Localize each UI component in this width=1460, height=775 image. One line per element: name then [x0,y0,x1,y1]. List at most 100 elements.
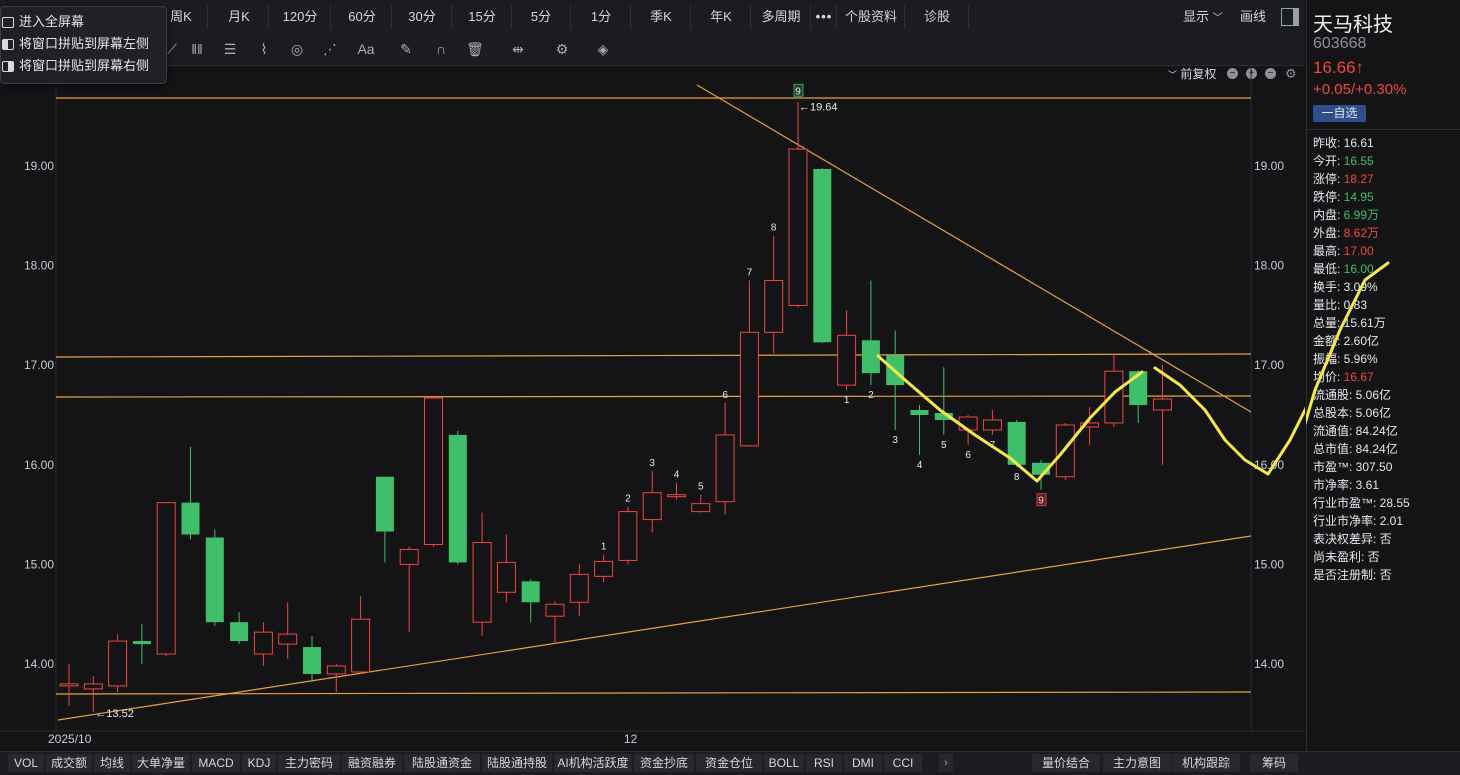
stat-key: 最低: [1313,262,1341,276]
layers-icon[interactable]: ◈ [591,38,615,60]
period-tab-3[interactable]: 60分 [333,5,392,29]
stat-value: 0.83 [1340,298,1368,312]
split-view-icon[interactable]: ⇹ [506,38,530,60]
stat-key: 内盘: [1313,208,1341,222]
parallel-lines-icon[interactable]: ‖‖ [185,38,209,60]
indicator-tab-10[interactable]: AI机构活跃度 [554,754,632,772]
analysis-tab-3[interactable]: 筹码 [1250,754,1298,772]
indicator-tab-8[interactable]: 陆股通资金 [404,754,480,772]
analysis-tab-2[interactable]: 机构跟踪 [1172,754,1240,772]
stat-row: 换手: 3.09% [1313,278,1378,296]
indicator-tab-13[interactable]: BOLL [764,754,804,772]
analysis-tab-0[interactable]: 量价结合 [1032,754,1100,772]
stat-row: 振幅: 5.96% [1313,350,1378,368]
candle-body [813,168,832,343]
indicator-tab-9[interactable]: 陆股通持股 [482,754,552,772]
td-count-label: 7 [747,268,753,279]
stat-key: 总量: [1313,316,1341,330]
td-count-label: 8 [771,223,777,234]
menu-item-label: 将窗口拼贴到屏幕左侧 [19,36,150,51]
fibonacci-icon[interactable]: ☰ [218,38,242,60]
menu-item-fullscreen[interactable]: 进入全屏幕 [1,11,84,33]
candlestick-chart[interactable]: 19.00 19.0018.00 18.0017.00 17.0016.00 16.00… [0,66,1305,751]
candle-body [642,492,662,521]
period-tab-7[interactable]: 1分 [572,5,631,29]
period-tab-6[interactable]: 5分 [512,5,571,29]
add-watchlist-button[interactable]: 一自选 [1313,105,1366,122]
text-tool-icon[interactable]: Aa [354,38,378,60]
period-tab-11[interactable]: ••• [812,5,837,29]
stat-key: 总市值: [1313,442,1353,456]
candle-body [399,548,419,565]
y-tick-label-right: 17.00 [1254,358,1284,372]
td-count-label: 3 [892,435,898,446]
period-tab-10[interactable]: 多周期 [752,5,811,29]
candle-body [764,280,784,333]
divider [1307,129,1460,130]
indicator-tab-15[interactable]: DMI [844,754,882,772]
analysis-tab-1[interactable]: 主力意图 [1103,754,1171,772]
td-count-label: 9 [1038,496,1044,507]
stat-value: 16.55 [1340,154,1374,168]
td-count-label: 5 [698,482,704,493]
chevron-down-icon: ﹀ [1212,13,1223,24]
stat-key: 流通股: [1313,388,1353,402]
period-tab-2[interactable]: 120分 [270,5,331,29]
stat-row: 总市值: 84.24亿 [1313,440,1398,458]
indicator-tab-1[interactable]: 成交额 [46,754,92,772]
stat-row: 总量: 15.61万 [1313,314,1386,332]
cycle-tool-icon[interactable]: ◎ [285,38,309,60]
display-menu[interactable]: 显示 ﹀ [1183,5,1223,29]
indicator-tab-5[interactable]: KDJ [242,754,276,772]
indicator-tab-3[interactable]: 大单净量 [132,754,190,772]
stat-value: 18.27 [1340,172,1374,186]
menu-item-tile-left[interactable]: 将窗口拼贴到屏幕左侧 [1,33,149,55]
gear-icon[interactable]: ⚙ [550,38,574,60]
period-tab-13[interactable]: 诊股 [906,5,969,29]
period-tab-5[interactable]: 15分 [453,5,512,29]
stat-row: 内盘: 6.99万 [1313,206,1379,224]
candle-body [618,511,638,561]
indicator-tab-7[interactable]: 融资融券 [342,754,402,772]
draw-line-button[interactable]: 画线 [1240,5,1266,29]
candle-body [59,683,79,687]
y-tick-label-right: 15.00 [1254,557,1284,571]
stat-key: 振幅: [1313,352,1341,366]
stat-row: 市净率: 3.61 [1313,476,1379,494]
menu-item-tile-right[interactable]: 将窗口拼贴到屏幕右侧 [1,55,149,77]
stat-row: 总股本: 5.06亿 [1313,404,1391,422]
indicator-tab-6[interactable]: 主力密码 [278,754,340,772]
period-tab-8[interactable]: 季K [632,5,691,29]
period-tab-9[interactable]: 年K [692,5,751,29]
gann-tool-icon[interactable]: ⋰ [318,38,342,60]
td-count-label: 8 [1014,472,1020,483]
panel-toggle-icon[interactable] [1281,8,1299,26]
stat-value: 14.95 [1340,190,1374,204]
support-line [55,353,1252,358]
trash-icon[interactable]: 🗑 [463,38,487,60]
indicator-tab-0[interactable]: VOL [8,754,44,772]
indicator-tab-16[interactable]: CCI [884,754,922,772]
magnet-icon[interactable]: ∩ [429,38,453,60]
indicator-tab-12[interactable]: 资金仓位 [696,754,762,772]
y-tick-label-left: 14.00 [24,657,54,671]
y-tick-label-right: 18.00 [1254,259,1284,273]
chevron-right-icon[interactable]: › [939,754,953,772]
stat-row: 最低: 16.00 [1313,260,1374,278]
wave-tool-icon[interactable]: ⌇ [252,38,276,60]
indicator-tab-14[interactable]: RSI [806,754,842,772]
period-tab-4[interactable]: 30分 [393,5,452,29]
indicator-tab-4[interactable]: MACD [192,754,240,772]
period-tab-12[interactable]: 个股资料 [838,5,905,29]
stat-value: 3.09% [1340,280,1378,294]
stat-key: 涨停: [1313,172,1341,186]
period-tab-1[interactable]: 月K [210,5,269,29]
indicator-tab-11[interactable]: 资金抄底 [634,754,694,772]
stat-key: 今开: [1313,154,1341,168]
indicator-tab-2[interactable]: 均线 [94,754,130,772]
stat-row: 跌停: 14.95 [1313,188,1374,206]
stat-key: 市盈™: [1313,460,1353,474]
candle-body [691,503,711,513]
stat-value: 16.00 [1340,262,1374,276]
pen-icon[interactable]: ✎ [394,38,418,60]
